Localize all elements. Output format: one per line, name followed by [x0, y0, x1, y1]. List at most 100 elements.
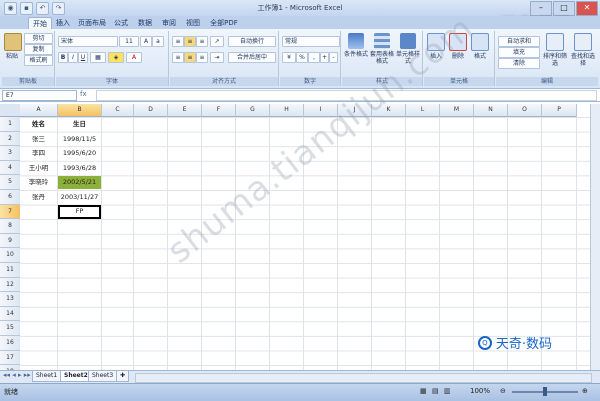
decrease-decimal-icon[interactable]: -: [329, 52, 338, 63]
column-header-n[interactable]: N: [474, 104, 508, 117]
column-header-e[interactable]: E: [168, 104, 202, 117]
birthday-cell[interactable]: 2002/5/21: [58, 176, 101, 189]
row-header-3[interactable]: 3: [0, 146, 21, 161]
name-cell[interactable]: 张丹: [20, 191, 57, 204]
close-icon[interactable]: ✕: [576, 1, 598, 16]
view-pagebreak-icon[interactable]: ▥: [444, 387, 451, 395]
sheet-tab-1[interactable]: Sheet1: [32, 371, 62, 382]
column-header-d[interactable]: D: [134, 104, 168, 117]
row-header-13[interactable]: 13: [0, 292, 21, 307]
currency-icon[interactable]: ¥: [282, 52, 296, 63]
zoom-level[interactable]: 100%: [470, 387, 490, 395]
border-icon[interactable]: ▦: [90, 52, 106, 63]
header-cell-name[interactable]: 姓名: [20, 118, 57, 131]
birthday-cell[interactable]: 1998/11/5: [58, 133, 101, 146]
row-header-8[interactable]: 8: [0, 219, 21, 234]
find-select-button[interactable]: 查找和选择: [570, 33, 596, 67]
column-header-c[interactable]: C: [102, 104, 134, 117]
font-name-select[interactable]: 宋体: [58, 36, 118, 47]
row-header-2[interactable]: 2: [0, 131, 21, 147]
column-header-a[interactable]: A: [20, 104, 58, 117]
row-header-12[interactable]: 12: [0, 277, 21, 293]
format-painter-button[interactable]: 格式刷: [24, 55, 53, 66]
name-cell[interactable]: 王小明: [20, 162, 57, 175]
sheet-tab-2[interactable]: Sheet2: [60, 371, 92, 382]
column-header-f[interactable]: F: [202, 104, 236, 117]
column-header-m[interactable]: M: [440, 104, 474, 117]
row-header-9[interactable]: 9: [0, 233, 21, 249]
fx-icon[interactable]: fx: [80, 90, 87, 98]
autosum-button[interactable]: 自动求和: [498, 36, 540, 47]
zoom-slider-thumb[interactable]: [543, 387, 547, 396]
header-cell-birthday[interactable]: 生日: [58, 118, 101, 131]
column-header-g[interactable]: G: [236, 104, 270, 117]
bold-icon[interactable]: B: [58, 52, 68, 63]
underline-icon[interactable]: U: [78, 52, 88, 63]
tab-data[interactable]: 数据: [136, 17, 154, 29]
row-header-7[interactable]: 7: [0, 204, 21, 220]
tab-review[interactable]: 审阅: [160, 17, 178, 29]
view-normal-icon[interactable]: ▦: [420, 387, 427, 395]
row-header-6[interactable]: 6: [0, 190, 21, 205]
tab-insert[interactable]: 插入: [54, 17, 72, 29]
align-right-icon[interactable]: ≡: [196, 52, 208, 63]
fill-color-icon[interactable]: ◈: [108, 52, 124, 63]
zoom-in-icon[interactable]: ⊕: [582, 387, 588, 395]
sheet-tab-3[interactable]: Sheet3: [88, 371, 118, 382]
grow-font-icon[interactable]: A: [140, 36, 152, 47]
copy-button[interactable]: 复制: [24, 44, 53, 55]
clear-button[interactable]: 清除: [498, 58, 540, 69]
row-header-1[interactable]: 1: [0, 117, 21, 132]
name-box[interactable]: E7: [2, 90, 77, 101]
column-header-l[interactable]: L: [406, 104, 440, 117]
horizontal-scrollbar[interactable]: [135, 373, 592, 383]
tab-page-layout[interactable]: 页面布局: [78, 17, 106, 29]
comma-icon[interactable]: ,: [308, 52, 320, 63]
tab-formulas[interactable]: 公式: [112, 17, 130, 29]
row-header-5[interactable]: 5: [0, 175, 21, 190]
indent-icon[interactable]: ⇥: [210, 52, 224, 63]
merge-center-button[interactable]: 合并后居中: [228, 52, 276, 63]
tab-pdf[interactable]: 全部PDF: [208, 17, 240, 29]
column-header-b[interactable]: B: [58, 104, 102, 117]
align-bottom-icon[interactable]: ≡: [196, 36, 208, 47]
zoom-out-icon[interactable]: ⊖: [500, 387, 506, 395]
row-header-15[interactable]: 15: [0, 321, 21, 336]
active-cell-e7[interactable]: FP: [58, 204, 101, 220]
name-cell[interactable]: 张三: [20, 133, 57, 146]
row-header-14[interactable]: 14: [0, 306, 21, 322]
cut-button[interactable]: 剪切: [24, 33, 53, 44]
new-sheet-icon[interactable]: ✚: [116, 371, 130, 382]
align-center-icon[interactable]: ≡: [184, 52, 196, 63]
italic-icon[interactable]: I: [68, 52, 78, 63]
orientation-icon[interactable]: ↗: [210, 36, 224, 47]
percent-icon[interactable]: %: [296, 52, 308, 63]
name-cell[interactable]: 李晓玲: [20, 176, 57, 189]
align-left-icon[interactable]: ≡: [172, 52, 184, 63]
tab-view[interactable]: 视图: [184, 17, 202, 29]
increase-decimal-icon[interactable]: +: [320, 52, 329, 63]
sort-filter-button[interactable]: 排序和筛选: [542, 33, 568, 67]
vertical-scrollbar[interactable]: [590, 104, 600, 370]
column-header-p[interactable]: P: [542, 104, 577, 117]
font-color-icon[interactable]: A: [126, 52, 142, 63]
paste-button[interactable]: 粘贴: [4, 33, 22, 60]
align-top-icon[interactable]: ≡: [172, 36, 184, 47]
column-header-o[interactable]: O: [508, 104, 542, 117]
birthday-cell[interactable]: 2003/11/27: [58, 191, 101, 204]
align-middle-icon[interactable]: ≡: [184, 36, 196, 47]
row-header-17[interactable]: 17: [0, 350, 21, 366]
conditional-format-button[interactable]: 条件格式: [344, 33, 368, 58]
birthday-cell[interactable]: 1993/6/28: [58, 162, 101, 175]
shrink-font-icon[interactable]: a: [152, 36, 164, 47]
fill-button[interactable]: 填充: [498, 47, 540, 58]
font-size-select[interactable]: 11: [119, 36, 139, 47]
column-header-h[interactable]: H: [270, 104, 304, 117]
row-header-16[interactable]: 16: [0, 336, 21, 351]
view-layout-icon[interactable]: ▤: [432, 387, 439, 395]
row-header-4[interactable]: 4: [0, 160, 21, 176]
select-all-corner[interactable]: [0, 104, 21, 117]
sheet-nav-icons[interactable]: ◂◂ ◂ ▸ ▸▸: [3, 371, 31, 379]
number-format-select[interactable]: 常规: [282, 36, 340, 47]
birthday-cell[interactable]: 1995/6/20: [58, 147, 101, 160]
